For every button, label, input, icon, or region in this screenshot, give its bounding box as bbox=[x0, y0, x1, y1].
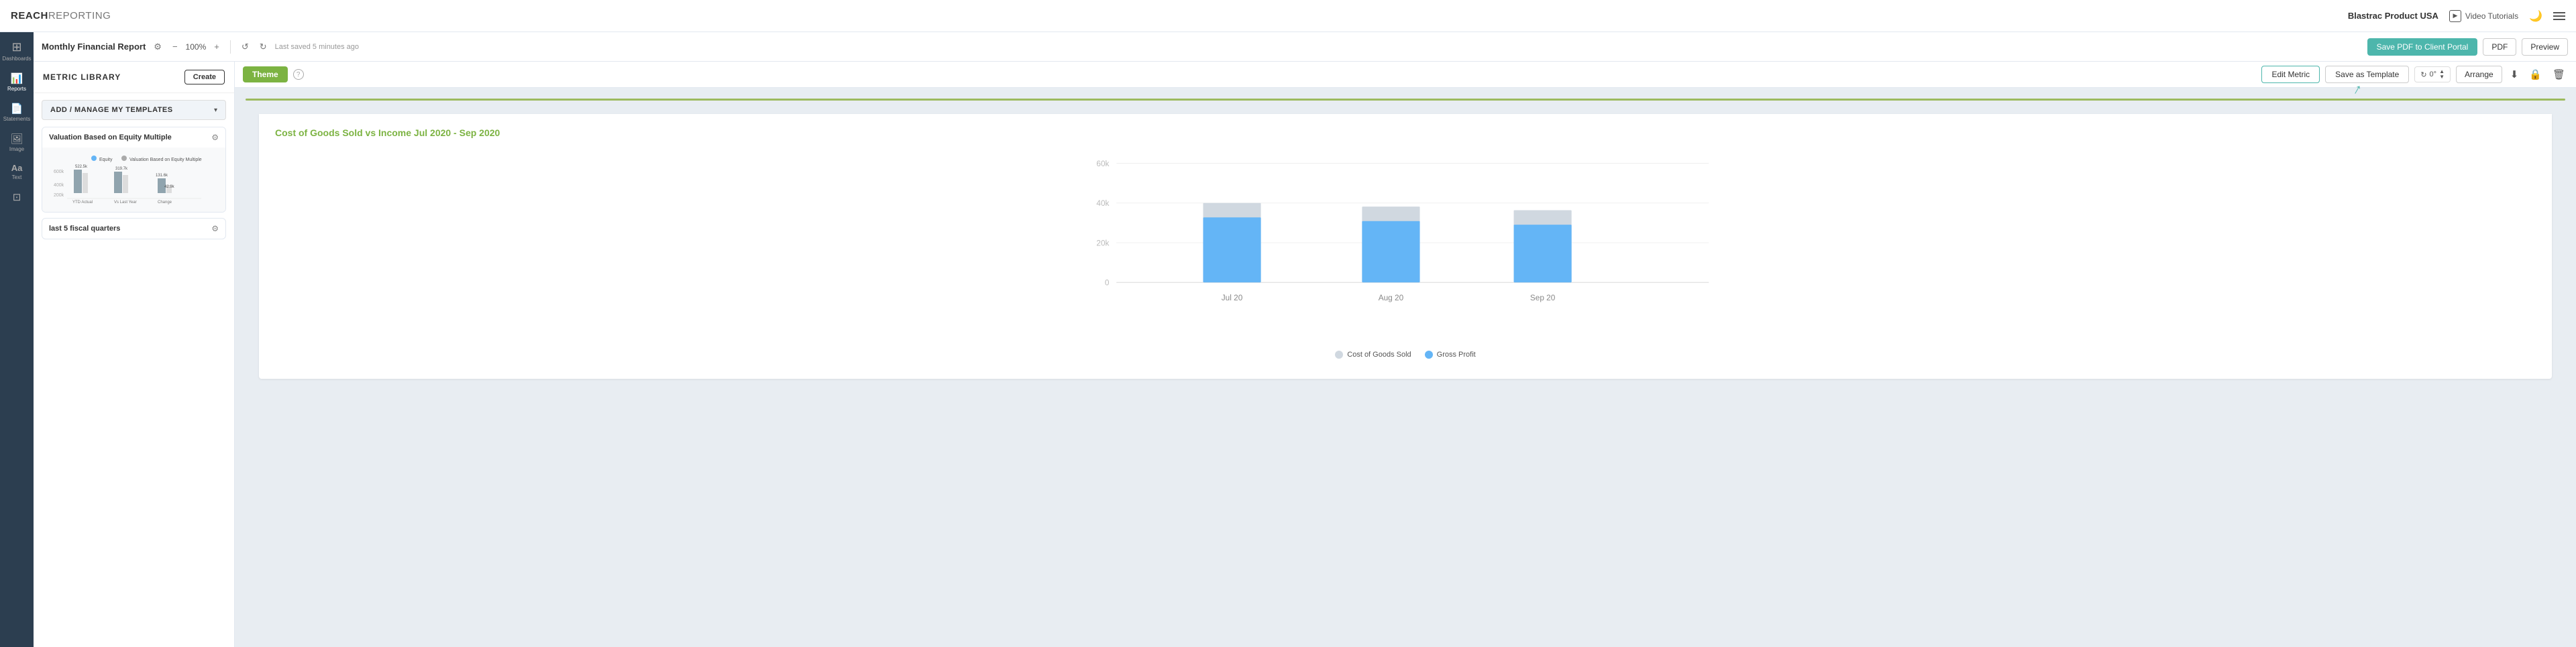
pdf-button[interactable]: PDF bbox=[2483, 38, 2516, 56]
zoom-decrease-button[interactable]: − bbox=[170, 40, 180, 53]
legend-profit-color bbox=[1425, 351, 1433, 359]
last5-title: last 5 fiscal quarters bbox=[49, 225, 120, 233]
mini-chart-svg: Equity Valuation Based on Equity Multipl… bbox=[54, 153, 215, 207]
sidebar-item-image[interactable]: 🖼 Image bbox=[0, 127, 34, 158]
zoom-increase-button[interactable]: + bbox=[211, 40, 222, 53]
chart-container: Cost of Goods Sold vs Income Jul 2020 - … bbox=[259, 114, 2552, 379]
text-icon: Aa bbox=[11, 163, 23, 173]
rotate-up-icon: ▲▼ bbox=[2439, 69, 2445, 80]
toolbar-left: Monthly Financial Report ⚙ − 100% + ↺ ↻ … bbox=[42, 40, 359, 54]
sidebar-item-more[interactable]: ⊡ bbox=[0, 186, 34, 209]
chart-legend: Cost of Goods Sold Gross Profit bbox=[275, 351, 2536, 359]
divider bbox=[230, 40, 231, 54]
undo-button[interactable]: ↺ bbox=[239, 40, 252, 54]
template-preview: Equity Valuation Based on Equity Multipl… bbox=[42, 148, 225, 212]
svg-text:522.5k: 522.5k bbox=[75, 165, 88, 169]
svg-text:0: 0 bbox=[1105, 278, 1110, 288]
more-icon: ⊡ bbox=[13, 191, 21, 203]
settings-button[interactable]: ⚙ bbox=[151, 40, 164, 54]
chart-canvas-area: Cost of Goods Sold vs Income Jul 2020 - … bbox=[235, 88, 2576, 403]
report-title: Monthly Financial Report bbox=[42, 42, 146, 52]
svg-text:Aug 20: Aug 20 bbox=[1379, 293, 1404, 302]
svg-text:42.9k: 42.9k bbox=[164, 185, 175, 189]
lock-icon[interactable]: 🔒 bbox=[2526, 66, 2544, 83]
video-tutorials-button[interactable]: ▶ Video Tutorials bbox=[2449, 10, 2518, 22]
sidebar-item-statements[interactable]: 📄 Statements bbox=[0, 97, 34, 127]
dashboards-icon: ⊞ bbox=[11, 40, 21, 54]
video-icon: ▶ bbox=[2449, 10, 2461, 22]
top-accent-line bbox=[246, 99, 2565, 101]
template-item-valuation: Valuation Based on Equity Multiple ⚙ Equ… bbox=[42, 127, 226, 213]
svg-text:Vs Last Year: Vs Last Year bbox=[114, 200, 137, 204]
svg-text:400k: 400k bbox=[54, 183, 64, 188]
svg-text:Jul 20: Jul 20 bbox=[1222, 293, 1243, 302]
dark-mode-toggle[interactable]: 🌙 bbox=[2529, 9, 2542, 23]
chart-title: Cost of Goods Sold vs Income Jul 2020 - … bbox=[275, 127, 2536, 138]
saved-status: Last saved 5 minutes ago bbox=[275, 43, 359, 51]
edit-metric-button[interactable]: Edit Metric bbox=[2261, 66, 2320, 83]
svg-text:Equity: Equity bbox=[99, 158, 113, 162]
last5-quarters-item: last 5 fiscal quarters ⚙ bbox=[42, 218, 226, 239]
metric-toolbar-right: Edit Metric Save as Template ↑ ↻ 0° ▲▼ A… bbox=[2261, 66, 2568, 83]
last5-settings-icon[interactable]: ⚙ bbox=[211, 224, 219, 233]
theme-button[interactable]: Theme bbox=[243, 66, 288, 82]
svg-text:131.6k: 131.6k bbox=[156, 174, 168, 178]
zoom-level: 100% bbox=[186, 42, 207, 52]
template-settings-icon[interactable]: ⚙ bbox=[211, 133, 219, 142]
sidebar-icons: ⊞ Dashboards 📊 Reports 📄 Statements 🖼 Im… bbox=[0, 32, 34, 647]
svg-text:Valuation Based on Equity Mult: Valuation Based on Equity Multiple bbox=[129, 158, 202, 162]
svg-text:40k: 40k bbox=[1096, 198, 1109, 208]
legend-item-gross-profit: Gross Profit bbox=[1425, 351, 1476, 359]
delete-icon[interactable]: 🗑 bbox=[2550, 66, 2568, 83]
add-manage-templates-button[interactable]: ADD / MANAGE MY TEMPLATES ▾ bbox=[42, 100, 226, 120]
svg-text:600k: 600k bbox=[54, 170, 64, 174]
metric-toolbar: Theme ? Edit Metric Save as Template ↑ ↻… bbox=[235, 62, 2576, 88]
company-name: Blastrac Product USA bbox=[2348, 11, 2438, 21]
preview-button[interactable]: Preview bbox=[2522, 38, 2568, 56]
svg-text:YTD Actual: YTD Actual bbox=[72, 200, 93, 204]
svg-text:20k: 20k bbox=[1096, 238, 1109, 247]
chevron-down-icon: ▾ bbox=[214, 107, 217, 114]
main-content: Theme ? Edit Metric Save as Template ↑ ↻… bbox=[235, 62, 2576, 647]
legend-cogs-color bbox=[1335, 351, 1343, 359]
save-template-button[interactable]: Save as Template bbox=[2325, 66, 2409, 83]
top-nav-right: Blastrac Product USA ▶ Video Tutorials 🌙 bbox=[2348, 9, 2565, 23]
svg-text:Change: Change bbox=[158, 200, 172, 204]
redo-button[interactable]: ↻ bbox=[257, 40, 270, 54]
reports-icon: 📊 bbox=[11, 72, 23, 84]
toolbar-right: Save PDF to Client Portal PDF Preview bbox=[2367, 38, 2568, 56]
sidebar-item-reports[interactable]: 📊 Reports bbox=[0, 67, 34, 97]
statements-icon: 📄 bbox=[11, 103, 23, 115]
chart-svg: 60k 40k 20k 0 Jul 20 Aug 20 bbox=[275, 149, 2536, 337]
main-toolbar: Monthly Financial Report ⚙ − 100% + ↺ ↻ … bbox=[34, 32, 2576, 62]
sidebar-item-text[interactable]: Aa Text bbox=[0, 158, 34, 186]
svg-text:319.7k: 319.7k bbox=[115, 167, 128, 171]
metric-library-title: METRIC LIBRARY bbox=[43, 72, 121, 82]
metric-panel: METRIC LIBRARY Create ADD / MANAGE MY TE… bbox=[34, 62, 235, 647]
svg-text:Sep 20: Sep 20 bbox=[1530, 293, 1556, 302]
hamburger-menu[interactable] bbox=[2553, 12, 2565, 20]
arrange-button[interactable]: Arrange bbox=[2456, 66, 2502, 83]
metric-panel-header: METRIC LIBRARY Create bbox=[34, 62, 234, 93]
rotate-control[interactable]: ↻ 0° ▲▼ bbox=[2414, 66, 2451, 82]
top-navbar: REACHREPORTING Blastrac Product USA ▶ Vi… bbox=[0, 0, 2576, 32]
sidebar-item-dashboards[interactable]: ⊞ Dashboards bbox=[0, 35, 34, 67]
template-title: Valuation Based on Equity Multiple bbox=[49, 133, 172, 142]
legend-item-cogs: Cost of Goods Sold bbox=[1335, 351, 1411, 359]
svg-text:200k: 200k bbox=[54, 193, 64, 198]
image-icon: 🖼 bbox=[10, 133, 23, 145]
download-icon[interactable]: ⬇ bbox=[2508, 66, 2522, 83]
svg-text:60k: 60k bbox=[1096, 159, 1109, 168]
help-icon[interactable]: ? bbox=[293, 69, 304, 80]
save-pdf-button[interactable]: Save PDF to Client Portal bbox=[2367, 38, 2478, 56]
app-logo: REACHREPORTING bbox=[11, 10, 111, 21]
create-button[interactable]: Create bbox=[184, 70, 225, 84]
rotate-icon: ↻ bbox=[2420, 70, 2426, 79]
metric-toolbar-left: Theme ? bbox=[243, 66, 304, 82]
